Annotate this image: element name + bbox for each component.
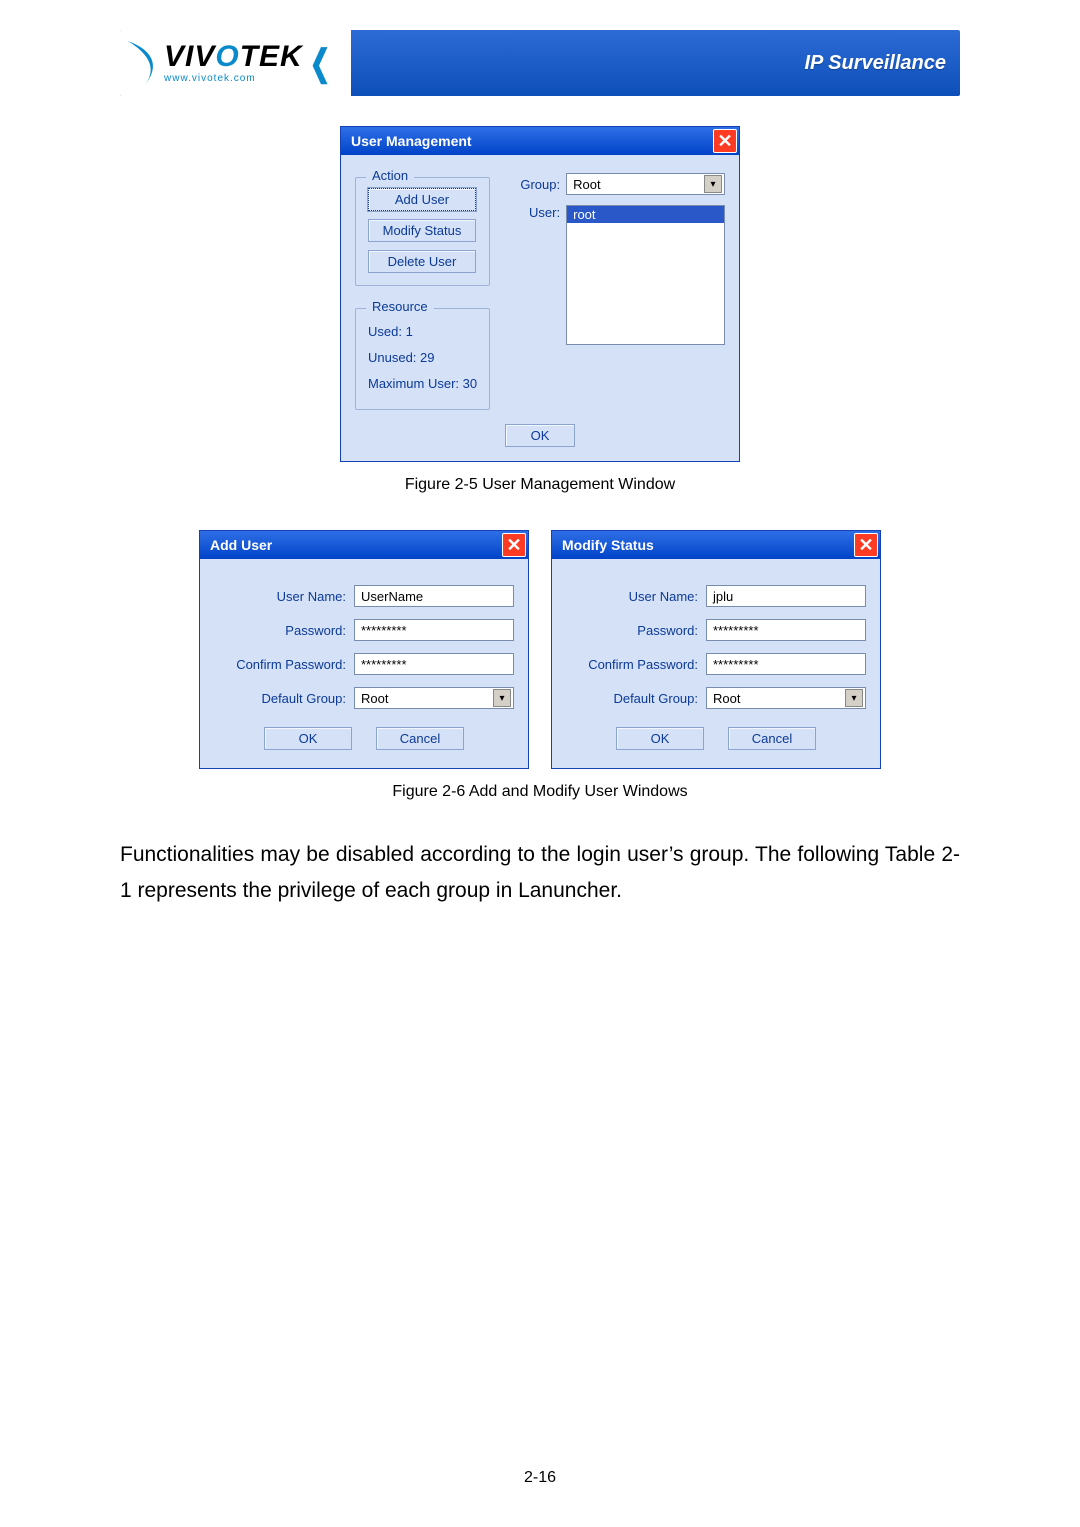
used-value: 1 [406, 324, 413, 339]
group-select[interactable]: Root ▾ [566, 173, 725, 195]
default-group-select[interactable]: Root ▾ [706, 687, 866, 709]
modify-status-button[interactable]: Modify Status [368, 219, 476, 242]
swoosh-icon [126, 39, 164, 87]
used-label: Used: [368, 324, 402, 339]
close-icon[interactable]: ✕ [713, 129, 737, 153]
brand-url: www.vivotek.com [164, 74, 303, 84]
user-listbox[interactable]: root [566, 205, 725, 345]
confirm-password-input[interactable]: ********* [706, 653, 866, 675]
chevron-down-icon: ▾ [845, 689, 863, 707]
default-group-label: Default Group: [214, 691, 354, 706]
body-paragraph: Functionalities may be disabled accordin… [120, 837, 960, 908]
max-user-value: 30 [463, 376, 477, 391]
dialog-title: Add User [210, 537, 272, 553]
username-label: User Name: [566, 589, 706, 604]
add-user-dialog: Add User ✕ User Name: UserName Password:… [199, 530, 529, 769]
chevron-down-icon: ▾ [704, 175, 722, 193]
dialog-titlebar: Modify Status ✕ [552, 531, 880, 559]
password-input[interactable]: ********* [706, 619, 866, 641]
password-label: Password: [214, 623, 354, 638]
group-value: Root [573, 177, 600, 192]
close-icon[interactable]: ✕ [502, 533, 526, 557]
chevron-down-icon: ▾ [493, 689, 511, 707]
unused-value: 29 [420, 350, 434, 365]
user-management-dialog: User Management ✕ Action Add User Modify… [340, 126, 740, 462]
cancel-button[interactable]: Cancel [376, 727, 464, 750]
confirm-password-label: Confirm Password: [566, 657, 706, 672]
brand-logo: VIVOTEK www.vivotek.com ❮ [120, 30, 351, 96]
ok-button[interactable]: OK [616, 727, 704, 750]
group-label: Group: [508, 177, 560, 192]
default-group-label: Default Group: [566, 691, 706, 706]
header-banner: VIVOTEK www.vivotek.com ❮ IP Surveillanc… [120, 30, 960, 96]
page-number: 2-16 [0, 1469, 1080, 1487]
document-page: VIVOTEK www.vivotek.com ❮ IP Surveillanc… [0, 0, 1080, 1527]
ok-button[interactable]: OK [505, 424, 575, 447]
add-user-button[interactable]: Add User [368, 188, 476, 211]
confirm-password-input[interactable]: ********* [354, 653, 514, 675]
max-user-label: Maximum User: [368, 376, 459, 391]
ok-button[interactable]: OK [264, 727, 352, 750]
action-fieldset: Action Add User Modify Status Delete Use… [355, 177, 490, 286]
dialog-titlebar: User Management ✕ [341, 127, 739, 155]
password-label: Password: [566, 623, 706, 638]
tagline: IP Surveillance [804, 52, 946, 75]
user-label: User: [508, 205, 560, 220]
chevron-icon: ❮ [309, 42, 330, 84]
brand-wordmark: VIVOTEK [164, 42, 303, 72]
unused-label: Unused: [368, 350, 416, 365]
modify-status-dialog: Modify Status ✕ User Name: jplu Password… [551, 530, 881, 769]
default-group-select[interactable]: Root ▾ [354, 687, 514, 709]
username-label: User Name: [214, 589, 354, 604]
resource-legend: Resource [366, 299, 434, 314]
username-input[interactable]: jplu [706, 585, 866, 607]
close-icon[interactable]: ✕ [854, 533, 878, 557]
resource-fieldset: Resource Used: 1 Unused: 29 Maximum User… [355, 308, 490, 410]
delete-user-button[interactable]: Delete User [368, 250, 476, 273]
figure-caption-1: Figure 2-5 User Management Window [120, 476, 960, 494]
action-legend: Action [366, 168, 414, 183]
list-item[interactable]: root [567, 206, 724, 223]
cancel-button[interactable]: Cancel [728, 727, 816, 750]
dialog-titlebar: Add User ✕ [200, 531, 528, 559]
username-input[interactable]: UserName [354, 585, 514, 607]
figure-caption-2: Figure 2-6 Add and Modify User Windows [120, 783, 960, 801]
password-input[interactable]: ********* [354, 619, 514, 641]
dialog-title: Modify Status [562, 537, 654, 553]
confirm-password-label: Confirm Password: [214, 657, 354, 672]
dialog-title: User Management [351, 133, 472, 149]
